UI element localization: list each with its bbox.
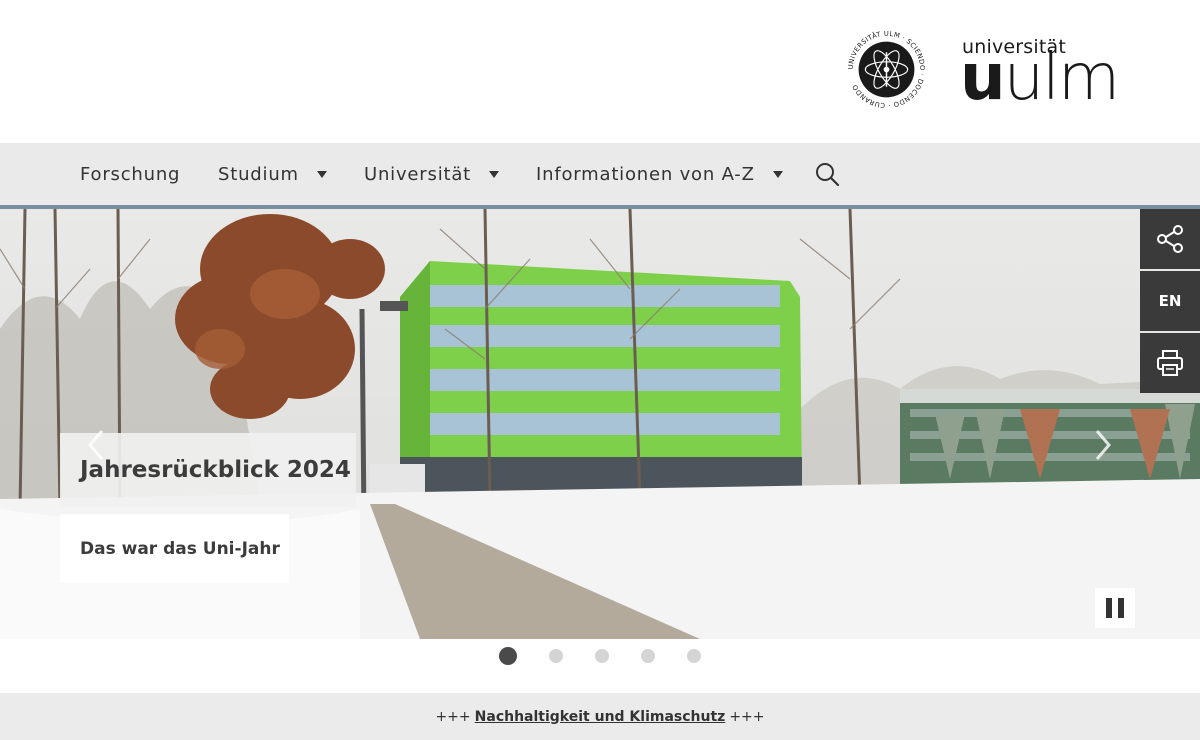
ticker-suffix: +++ bbox=[729, 708, 765, 725]
printer-icon bbox=[1157, 350, 1183, 376]
university-seal-logo[interactable]: UNIVERSITÄT ULM · SCIENDO · DOCENDO · CU… bbox=[848, 31, 925, 108]
ticker-prefix: +++ bbox=[435, 708, 471, 725]
slider-dot-4[interactable] bbox=[641, 649, 655, 663]
nav-item-universitaet[interactable]: Universität bbox=[364, 143, 500, 205]
language-switch-button[interactable]: EN bbox=[1140, 271, 1200, 331]
slider-dot-5[interactable] bbox=[687, 649, 701, 663]
hero-subtitle[interactable]: Das war das Uni-Jahr bbox=[60, 514, 289, 583]
main-navigation: Forschung Studium Universität Informatio… bbox=[0, 143, 1200, 205]
nav-item-studium[interactable]: Studium bbox=[218, 143, 327, 205]
nav-item-informationen-a-z[interactable]: Informationen von A-Z bbox=[536, 143, 783, 205]
caret-down-icon bbox=[772, 170, 783, 178]
chevron-right-icon[interactable] bbox=[1093, 428, 1113, 462]
nav-item-label: Studium bbox=[218, 163, 299, 185]
ticker-link-nachhaltigkeit[interactable]: Nachhaltigkeit und Klimaschutz bbox=[475, 709, 726, 725]
slider-pagination bbox=[0, 640, 1200, 692]
caret-down-icon bbox=[489, 170, 500, 178]
logo-main-text: uulm bbox=[960, 41, 1120, 115]
hero-subtitle-text: Das war das Uni-Jahr bbox=[80, 538, 280, 559]
share-icon bbox=[1157, 225, 1183, 253]
nav-item-label: Informationen von A-Z bbox=[536, 163, 755, 185]
slider-dot-2[interactable] bbox=[549, 649, 563, 663]
caret-down-icon bbox=[316, 170, 327, 178]
university-wordmark-logo[interactable]: universität uulm bbox=[960, 36, 1142, 110]
news-ticker: +++ Nachhaltigkeit und Klimaschutz +++ bbox=[0, 693, 1200, 740]
hero-title-text: Jahresrückblick 2024 bbox=[80, 457, 351, 483]
slider-dot-1[interactable] bbox=[499, 647, 517, 665]
nav-item-forschung[interactable]: Forschung bbox=[80, 143, 180, 205]
print-button[interactable] bbox=[1140, 333, 1200, 393]
search-icon[interactable] bbox=[814, 161, 840, 187]
site-header: UNIVERSITÄT ULM · SCIENDO · DOCENDO · CU… bbox=[0, 0, 1200, 143]
pause-button[interactable] bbox=[1095, 588, 1135, 628]
slider-dot-3[interactable] bbox=[595, 649, 609, 663]
language-label: EN bbox=[1158, 292, 1182, 310]
nav-item-label: Forschung bbox=[80, 163, 181, 185]
nav-item-label: Universität bbox=[364, 163, 472, 185]
chevron-left-icon[interactable] bbox=[86, 428, 106, 462]
share-button[interactable] bbox=[1140, 209, 1200, 269]
